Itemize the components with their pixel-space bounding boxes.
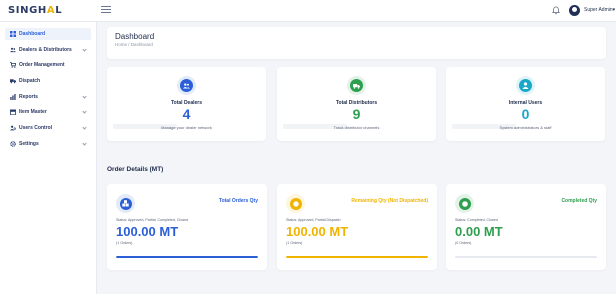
breadcrumb-separator: /	[128, 42, 130, 47]
stat-description: Manage your dealer network	[161, 125, 212, 130]
sidebar-item-settings[interactable]: Settings	[5, 138, 91, 150]
page-header: Dashboard Home / Dashboard	[107, 27, 606, 59]
stat-value: 4	[182, 106, 191, 122]
truck-icon	[10, 78, 16, 84]
order-status-text: Status: Approved, Partial Dispatch	[286, 218, 341, 222]
order-progress-bar	[455, 256, 597, 258]
sidebar-item-label: Dashboard	[19, 31, 46, 37]
top-bar: SINGHAL Super Admin▾	[0, 0, 616, 22]
stat-description: Track distributor channels	[333, 125, 380, 130]
sidebar-item-dashboard[interactable]: Dashboard	[5, 28, 91, 40]
sidebar-item-users-control[interactable]: Users Control	[5, 122, 91, 134]
order-progress-bar	[116, 256, 258, 258]
breadcrumb-home[interactable]: Home	[115, 42, 127, 47]
sidebar-item-reports[interactable]: Reports	[5, 91, 91, 103]
sidebar-item-label: Users Control	[19, 125, 53, 131]
order-count: (0 Orders)	[455, 241, 472, 245]
box-icon	[10, 109, 16, 115]
order-status-text: Status: Approved, Partial, Completed, Cl…	[116, 218, 189, 222]
order-icon-badge	[116, 194, 135, 213]
order-card-remaining-qty-not-dispatched[interactable]: Remaining Qty (Not Dispatched) Status: Ap…	[277, 184, 437, 270]
order-label: Total Orders Qty	[218, 198, 258, 204]
sidebar-item-label: Dealers & Distributors	[19, 47, 72, 53]
chevron-down-icon	[82, 47, 87, 52]
truck-icon	[350, 79, 363, 92]
check-icon	[458, 197, 471, 210]
users-icon	[10, 47, 16, 53]
sidebar-item-label: Dispatch	[19, 78, 41, 84]
cart-icon	[10, 62, 16, 68]
breadcrumb-current: Dashboard	[130, 42, 153, 47]
order-card-total-orders-qty[interactable]: Total Orders Qty Status: Approved, Partia…	[107, 184, 267, 270]
brand-name-suffix: L	[55, 5, 63, 16]
stat-card-total-dealers[interactable]: Total Dealers 4 Manage your dealer network	[107, 67, 266, 141]
sidebar-item-label: Reports	[19, 94, 38, 100]
stat-value: 9	[352, 106, 361, 122]
sidebar-item-label: Order Management	[19, 62, 65, 68]
sidebar-item-label: Settings	[19, 141, 39, 147]
order-icon-badge	[455, 194, 474, 213]
chart-icon	[10, 94, 16, 100]
chevron-down-icon	[82, 125, 87, 130]
page-title: Dashboard	[115, 32, 155, 41]
chevron-down-icon	[82, 141, 87, 146]
order-progress-fill	[286, 256, 428, 258]
users-icon	[180, 79, 193, 92]
order-icon-badge	[286, 194, 305, 213]
stat-icon-badge	[347, 76, 366, 95]
clock-icon	[289, 197, 302, 210]
user-name: Super Admin	[584, 7, 613, 13]
grid-icon	[10, 31, 16, 37]
bell-icon[interactable]	[552, 6, 560, 15]
order-label: Completed Qty	[561, 198, 597, 204]
order-value: 0.00 MT	[455, 224, 503, 239]
sidebar-item-label: Item Master	[19, 109, 47, 115]
order-progress-bar	[286, 256, 428, 258]
chevron-down-icon	[82, 109, 87, 114]
user-gear-icon	[10, 125, 16, 131]
order-label: Remaining Qty (Not Dispatched)	[351, 198, 428, 204]
brand-name-accent: A	[46, 5, 56, 16]
brand-name-prefix: SINGH	[8, 5, 47, 16]
boxes-icon	[119, 197, 132, 210]
order-details-title: Order Details (MT)	[107, 166, 164, 173]
user-menu[interactable]: Super Admin▾	[584, 7, 615, 13]
sidebar-item-order-management[interactable]: Order Management	[5, 59, 91, 71]
user-avatar[interactable]	[569, 5, 580, 16]
brand-logo[interactable]: SINGHAL	[8, 5, 62, 16]
stat-description: System administrators & staff	[499, 125, 552, 130]
sidebar-item-dispatch[interactable]: Dispatch	[5, 75, 91, 87]
user-icon	[519, 79, 532, 92]
hamburger-menu-icon[interactable]	[101, 4, 111, 16]
order-status-text: Status: Completed, Closed	[455, 218, 498, 222]
sidebar: Dashboard Dealers & Distributors Order Man…	[0, 22, 97, 294]
order-value: 100.00 MT	[286, 224, 349, 239]
order-count: (1 Orders)	[286, 241, 303, 245]
stat-card-internal-users[interactable]: Internal Users 0 System administrators & s…	[446, 67, 605, 141]
order-card-completed-qty[interactable]: Completed Qty Status: Completed, Closed 0.…	[446, 184, 606, 270]
stat-card-total-distributors[interactable]: Total Distributors 9 Track distributor cha…	[277, 67, 436, 141]
stat-icon-badge	[177, 76, 196, 95]
gear-icon	[10, 141, 16, 147]
sidebar-item-dealers-distributors[interactable]: Dealers & Distributors	[5, 44, 91, 56]
order-count: (1 Orders)	[116, 241, 133, 245]
stat-icon-badge	[516, 76, 535, 95]
order-value: 100.00 MT	[116, 224, 179, 239]
chevron-down-icon	[82, 94, 87, 99]
order-progress-fill	[116, 256, 258, 258]
stat-value: 0	[521, 106, 530, 122]
sidebar-item-item-master[interactable]: Item Master	[5, 106, 91, 118]
breadcrumb: Home / Dashboard	[115, 42, 153, 47]
chevron-down-icon: ▾	[612, 7, 616, 13]
